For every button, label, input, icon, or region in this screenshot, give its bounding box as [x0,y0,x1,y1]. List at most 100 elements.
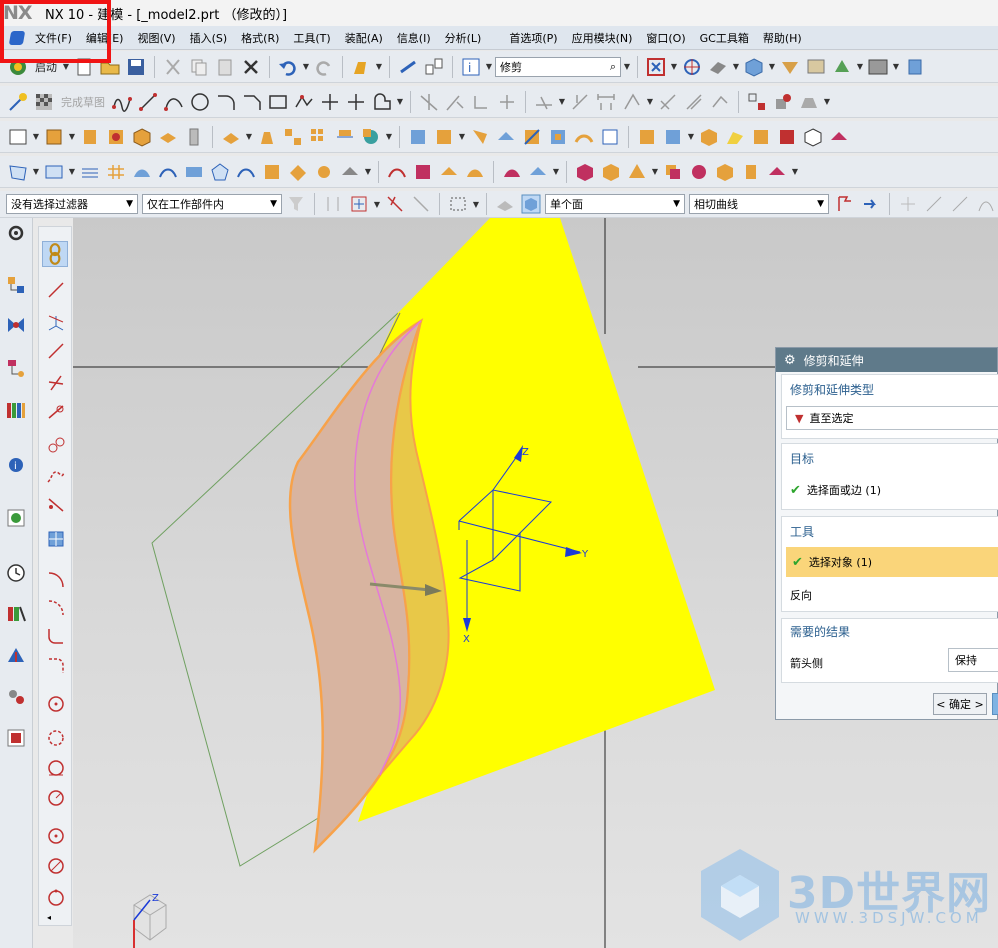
menu-gc-toolkit[interactable]: GC工具箱 [693,30,756,46]
solid-face-icon[interactable] [765,160,789,184]
process-studio-icon[interactable] [5,603,27,625]
edge-blend-icon[interactable] [406,125,430,149]
menu-tools[interactable]: 工具(T) [286,30,337,46]
shaded-view-icon[interactable] [742,55,766,79]
cut-icon[interactable] [161,55,185,79]
menu-insert[interactable]: 插入(S) [183,30,235,46]
result-group-title[interactable]: 需要的结果 [790,623,850,640]
sketch-settings-icon[interactable] [797,90,821,114]
bridge-icon[interactable] [526,160,550,184]
circle-icon[interactable] [188,90,212,114]
trim-body-icon[interactable] [494,125,518,149]
snap-intersect-icon[interactable] [974,192,998,216]
thread-icon[interactable] [182,125,206,149]
redo-icon[interactable] [312,55,336,79]
section-surface-icon[interactable] [182,160,206,184]
law-extension-icon[interactable] [500,160,524,184]
sync-move-face-icon[interactable] [635,125,659,149]
chamfer-icon[interactable] [240,90,264,114]
pattern-array-icon[interactable] [307,125,331,149]
type-filter-select[interactable]: 没有选择过滤器 ▼ [6,194,138,214]
chevron-down-icon[interactable]: ▼ [552,167,560,176]
trim-type-select[interactable]: ▼ 直至选定 [786,406,998,430]
finish-sketch-label[interactable]: 完成草图 [58,94,108,110]
snap-end-icon[interactable] [896,192,920,216]
boss-icon[interactable] [156,125,180,149]
chevron-down-icon[interactable]: ▼ [558,97,566,106]
arrow-side-select[interactable]: 保持 [948,648,998,672]
sync-replace-icon[interactable] [775,125,799,149]
quick-trim-icon[interactable] [417,90,441,114]
system-scene-icon[interactable] [5,727,27,749]
layer-icon[interactable] [778,55,802,79]
arc-center-icon[interactable] [45,655,67,677]
apply-button[interactable] [992,693,998,715]
spline-icon[interactable] [45,464,67,486]
make-corner-icon[interactable] [469,90,493,114]
grid-plane-icon[interactable] [45,528,67,550]
enlarge-icon[interactable] [463,160,487,184]
command-finder-icon[interactable] [349,55,373,79]
arc-three-point-icon[interactable] [45,595,67,617]
trim-sheet-icon[interactable] [286,160,310,184]
geometric-constraint-icon[interactable] [568,90,592,114]
chevron-down-icon[interactable]: ▼ [68,167,76,176]
gear-icon[interactable] [5,222,27,244]
chevron-down-icon[interactable]: ▼ [364,167,372,176]
snap-point-icon[interactable] [347,192,371,216]
view-orient-icon[interactable] [902,55,926,79]
circle-tangent-icon[interactable] [45,757,67,779]
type-group-title[interactable]: 修剪和延伸类型 [790,381,874,398]
rotate-view-icon[interactable] [680,55,704,79]
tool-select-row[interactable]: ✔ 选择对象 (1) [786,547,998,577]
polygon-icon[interactable] [292,90,316,114]
split-body-icon[interactable] [520,125,544,149]
chevron-down-icon[interactable]: ▼ [373,200,381,209]
patch-icon[interactable] [546,125,570,149]
select-faces-icon[interactable] [493,192,517,216]
sketch-grid-icon[interactable] [745,90,769,114]
undo-icon[interactable] [276,55,300,79]
chevron-down-icon[interactable]: ▼ [670,62,678,71]
snap-icon[interactable] [396,55,420,79]
menu-window[interactable]: 窗口(O) [639,30,692,46]
relations-icon[interactable] [656,90,680,114]
alternate-solution-icon[interactable] [708,90,732,114]
thicken-icon[interactable] [338,160,362,184]
dialog-title-bar[interactable]: ⚙ 修剪和延伸 [776,348,997,372]
block-icon[interactable] [130,125,154,149]
chevron-down-icon[interactable]: ▼ [651,167,659,176]
info-icon[interactable]: i [459,55,483,79]
copy-icon[interactable] [187,55,211,79]
circle-three-point-icon[interactable] [45,727,67,749]
constraint-navigator-icon[interactable] [5,314,27,336]
search-icon[interactable]: ⌕ [610,60,616,74]
angled-line-icon[interactable] [45,372,67,394]
through-curve-mesh-icon[interactable] [104,160,128,184]
menu-analysis[interactable]: 分析(L) [438,30,489,46]
sync-section-icon[interactable] [827,125,851,149]
finish-sketch-icon[interactable] [32,90,56,114]
tangent-line-icon[interactable] [45,400,67,422]
new-file-icon[interactable] [72,55,96,79]
menu-file[interactable]: 文件(F) [28,30,79,46]
open-folder-icon[interactable] [98,55,122,79]
pattern-feature-icon[interactable] [281,125,305,149]
chevron-down-icon[interactable]: ▼ [791,167,799,176]
profile-icon[interactable] [110,90,134,114]
convert-reference-icon[interactable] [682,90,706,114]
chevron-down-icon[interactable]: ▼ [623,62,631,71]
display-icon[interactable] [804,55,828,79]
chevron-down-icon[interactable]: ▼ [375,62,383,71]
chevron-down-icon[interactable]: ▼ [856,62,864,71]
snap-mid-icon[interactable] [922,192,946,216]
normal-line-icon[interactable] [45,434,67,456]
save-icon[interactable] [124,55,148,79]
arc-tool-icon[interactable] [45,567,67,589]
circle-center-icon[interactable] [45,825,67,847]
datum-plane-icon[interactable] [6,125,30,149]
constraint-icon[interactable] [532,90,556,114]
chevron-down-icon[interactable]: ▼ [68,132,76,141]
curve-icon[interactable] [385,160,409,184]
solid-cylinder-icon[interactable] [739,160,763,184]
